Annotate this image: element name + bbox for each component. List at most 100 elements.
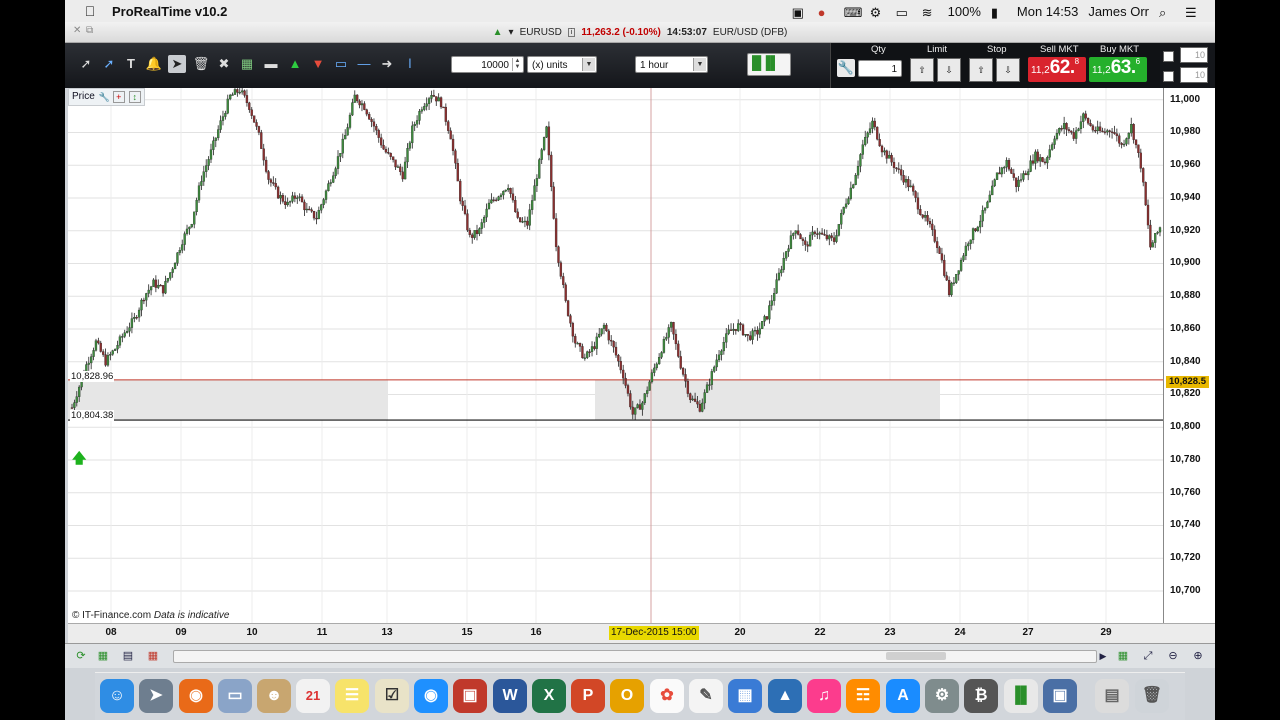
sell-mkt-button[interactable]: 11,262.8 [1028, 57, 1086, 82]
price-axis[interactable]: 10,828.5 11,000 10,980 10,960 10,940 10,920 1… [1163, 88, 1215, 623]
price-panel-label[interactable]: Price 🔧 + ↕ [68, 88, 145, 106]
firefox-icon[interactable]: ◉ [179, 679, 213, 713]
app-name[interactable]: ProRealTime v10.2 [112, 4, 227, 19]
instrument-name[interactable]: EURUSD [520, 27, 562, 38]
cursor-tool-icon[interactable]: ➤ [168, 55, 186, 73]
finder-icon[interactable]: ☺ [100, 679, 134, 713]
numbers-icon[interactable]: ▦ [728, 679, 762, 713]
zoom-fit-icon[interactable]: ▦ [1115, 648, 1131, 664]
wrench-icon[interactable]: 🔧 [99, 92, 110, 102]
keynote-icon[interactable]: ▲ [768, 679, 802, 713]
timeframe-select[interactable]: 1 hour ▼ [635, 56, 708, 73]
y-tick-label: 10,900 [1170, 257, 1201, 269]
scroll-right-icon[interactable]: ▶ [1095, 648, 1111, 664]
horizontal-scrollbar[interactable] [173, 650, 1097, 663]
alert-bell-icon[interactable]: 🔔 [145, 55, 163, 73]
units-select[interactable]: (x) units ▼ [527, 56, 597, 73]
ibooks-icon[interactable]: ☶ [846, 679, 880, 713]
apple-icon[interactable]:  [77, 3, 103, 19]
chevron-down-icon[interactable]: ▼ [693, 58, 706, 71]
notification-center-icon[interactable]: ☰ [1185, 5, 1201, 20]
launchpad-icon[interactable]: ➤ [139, 679, 173, 713]
contacts-icon[interactable]: ☻ [257, 679, 291, 713]
notes-icon[interactable]: ☰ [335, 679, 369, 713]
preview-icon[interactable]: ▭ [218, 679, 252, 713]
delete-tool-icon[interactable]: 🗑 [192, 55, 210, 73]
limit-buy-button[interactable]: ⇧ [910, 58, 934, 82]
quantity-input[interactable]: 10000 ▲ ▼ [451, 56, 524, 73]
stop-buy-button[interactable]: ⇧ [969, 58, 993, 82]
add-indicator-icon[interactable]: + [112, 91, 125, 103]
itunes-icon[interactable]: ♫ [807, 679, 841, 713]
app-store-icon[interactable]: A [886, 679, 920, 713]
wifi-icon[interactable]: ≋ [922, 5, 938, 20]
refresh-icon[interactable]: ⟳ [73, 648, 89, 664]
calendar-app-icon[interactable]: 21 [296, 679, 330, 713]
ray-line-icon[interactable]: ➚ [100, 55, 118, 73]
arrow-tool-icon[interactable]: ➜ [378, 55, 396, 73]
buy-mkt-button[interactable]: 11,263.6 [1089, 57, 1147, 82]
facetime-icon[interactable]: ▣ [792, 5, 808, 20]
pages-icon[interactable]: ✎ [689, 679, 723, 713]
instrument-dropdown-icon[interactable]: ▾ [509, 27, 514, 38]
system-preferences-icon[interactable]: ⚙ [925, 679, 959, 713]
chevron-down-icon[interactable]: ▼ [582, 58, 595, 71]
side-box-2[interactable]: 10 [1180, 67, 1208, 83]
excel-icon[interactable]: X [532, 679, 566, 713]
powerpoint-icon[interactable]: P [571, 679, 605, 713]
reminders-icon[interactable]: ☑ [375, 679, 409, 713]
battery-icon[interactable]: ▮ [991, 5, 1007, 20]
price-chart[interactable]: Price 🔧 + ↕ 10,828.96 10,804.38 🡅 © IT-F… [68, 88, 1163, 623]
document-icon[interactable]: ▤ [1095, 679, 1129, 713]
calendar-icon[interactable]: ▤ [120, 648, 136, 664]
keyboard-icon[interactable]: ⌨ [844, 5, 863, 20]
bitcoin-icon[interactable]: ₿ [964, 679, 998, 713]
buy-arrow-icon[interactable]: ▲ [286, 55, 304, 73]
side-checkbox-2[interactable] [1163, 71, 1174, 82]
limit-sell-button[interactable]: ⇩ [937, 58, 961, 82]
side-checkbox-1[interactable] [1163, 51, 1174, 62]
ruler-icon[interactable]: ▬ [262, 55, 280, 73]
settings-icon[interactable]: ⚙ [870, 5, 886, 20]
outlook-icon[interactable]: O [610, 679, 644, 713]
zoom-out-icon[interactable]: ⊖ [1165, 648, 1181, 664]
expand-icon[interactable]: ↕ [128, 91, 141, 103]
menubar-clock[interactable]: Mon 14:53 [1017, 4, 1078, 19]
prorealtime-icon[interactable]: ▐▌ [1004, 679, 1038, 713]
zoom-select-icon[interactable]: ⤢ [1140, 648, 1156, 664]
indicators-button[interactable]: █▐▌ [747, 53, 791, 76]
trendline-icon[interactable]: ➚ [77, 55, 95, 73]
scrollbar-thumb[interactable] [886, 652, 946, 660]
photo-booth-icon[interactable]: ▣ [453, 679, 487, 713]
tools-icon[interactable]: ✖ [215, 55, 233, 73]
info-icon[interactable]: i [567, 27, 576, 37]
wrench-icon[interactable]: 🔧 [837, 59, 855, 77]
quantity-stepper[interactable]: ▲ ▼ [512, 58, 522, 71]
qty-input[interactable]: 1 [858, 60, 902, 77]
pattern-tool-icon[interactable]: ▦ [238, 55, 256, 73]
candle-body [595, 336, 598, 349]
stop-sell-button[interactable]: ⇩ [996, 58, 1020, 82]
menubar-user[interactable]: James Orr [1088, 4, 1149, 19]
chart-canvas[interactable] [68, 88, 1163, 623]
close-window-icon[interactable]: ✕ [73, 26, 83, 36]
time-axis[interactable]: 17-Dec-2015 15:00 08 09 10 11 13 15 16 20 22 23 24… [68, 623, 1215, 643]
restore-window-icon[interactable]: ⧉ [86, 26, 96, 36]
sell-arrow-icon[interactable]: ▼ [309, 55, 327, 73]
side-box-1[interactable]: 10 [1180, 47, 1208, 63]
vertical-line-icon[interactable]: ǀ [401, 55, 419, 73]
activity-icon[interactable]: ● [818, 5, 834, 20]
trash-icon[interactable]: 🗑 [1135, 679, 1169, 713]
table-icon[interactable]: ▦ [145, 648, 161, 664]
grid-icon[interactable]: ▦ [95, 648, 111, 664]
word-icon[interactable]: W [493, 679, 527, 713]
rectangle-tool-icon[interactable]: ▭ [332, 55, 350, 73]
screen-recorder-icon[interactable]: ▣ [1043, 679, 1077, 713]
text-tool-icon[interactable]: T [122, 55, 140, 73]
spotlight-search-icon[interactable]: ⌕ [1159, 5, 1175, 20]
photos-icon[interactable]: ✿ [650, 679, 684, 713]
zoom-in-icon[interactable]: ⊕ [1190, 648, 1206, 664]
messages-icon[interactable]: ◉ [414, 679, 448, 713]
airplay-icon[interactable]: ▭ [896, 5, 912, 20]
horizontal-line-icon[interactable]: — [355, 55, 373, 73]
